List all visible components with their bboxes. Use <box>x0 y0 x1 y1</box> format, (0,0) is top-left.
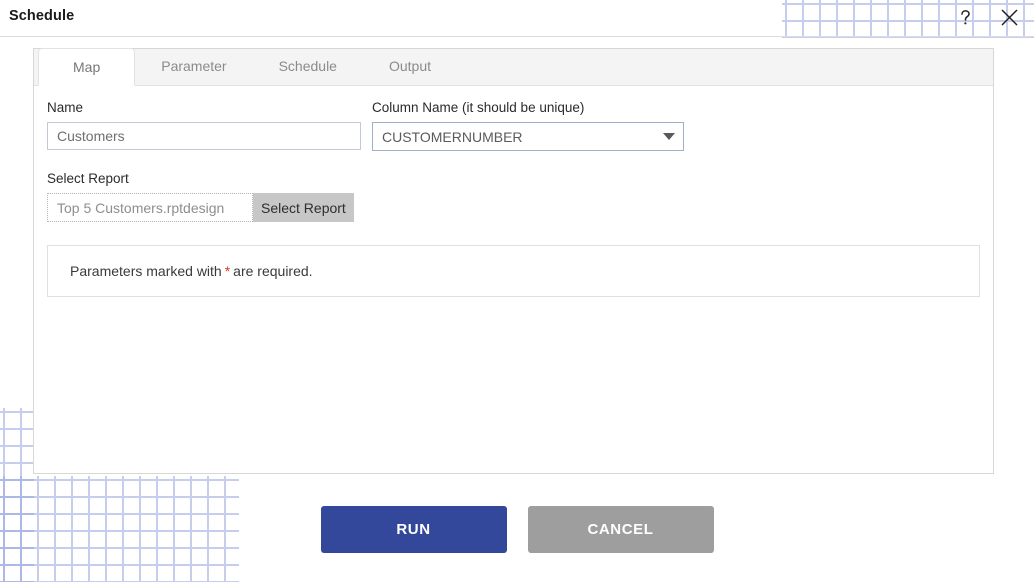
select-report-controls: Top 5 Customers.rptdesign Select Report <box>47 193 980 222</box>
cancel-button[interactable]: CANCEL <box>527 506 714 553</box>
close-button[interactable] <box>996 4 1022 30</box>
tab-panel-map: Name Column Name (it should be unique) C… <box>34 86 993 297</box>
select-report-label: Select Report <box>47 171 129 186</box>
select-report-button[interactable]: Select Report <box>253 193 354 222</box>
help-button[interactable] <box>952 4 978 30</box>
name-label: Name <box>47 100 84 115</box>
title-bar-actions <box>952 4 1022 30</box>
run-button[interactable]: RUN <box>320 506 507 553</box>
notice-text-before: Parameters marked with <box>70 263 222 279</box>
required-parameters-notice: Parameters marked with * are required. <box>47 245 980 297</box>
select-report-input[interactable]: Top 5 Customers.rptdesign <box>47 193 253 222</box>
form-row-top: Name Column Name (it should be unique) C… <box>47 100 980 151</box>
tab-schedule[interactable]: Schedule <box>253 48 363 85</box>
page-title: Schedule <box>9 8 75 24</box>
tab-map[interactable]: Map <box>38 48 136 86</box>
close-x-icon <box>1001 9 1018 26</box>
column-name-label: Column Name (it should be unique) <box>372 100 585 115</box>
column-name-field-group: Column Name (it should be unique) CUSTOM… <box>372 100 684 151</box>
dialog-title-bar <box>0 0 1034 37</box>
tab-output[interactable]: Output <box>363 48 457 85</box>
notice-text-after: are required. <box>233 263 313 279</box>
required-asterisk-icon: * <box>224 263 231 279</box>
name-input[interactable] <box>47 122 361 150</box>
column-name-select[interactable]: CUSTOMERNUMBER <box>372 122 684 151</box>
select-report-group: Select Report Top 5 Customers.rptdesign … <box>47 171 980 222</box>
column-name-select-wrapper: CUSTOMERNUMBER <box>372 122 684 151</box>
name-field-group: Name <box>47 100 361 150</box>
schedule-dialog-card: Map Parameter Schedule Output Name Colum… <box>33 48 994 474</box>
tab-strip: Map Parameter Schedule Output <box>34 48 993 86</box>
question-mark-icon <box>958 9 973 26</box>
decorative-dot-pattern-bottom-left <box>0 408 34 582</box>
dialog-footer: RUN CANCEL <box>0 506 1034 553</box>
tab-parameter[interactable]: Parameter <box>135 48 252 85</box>
